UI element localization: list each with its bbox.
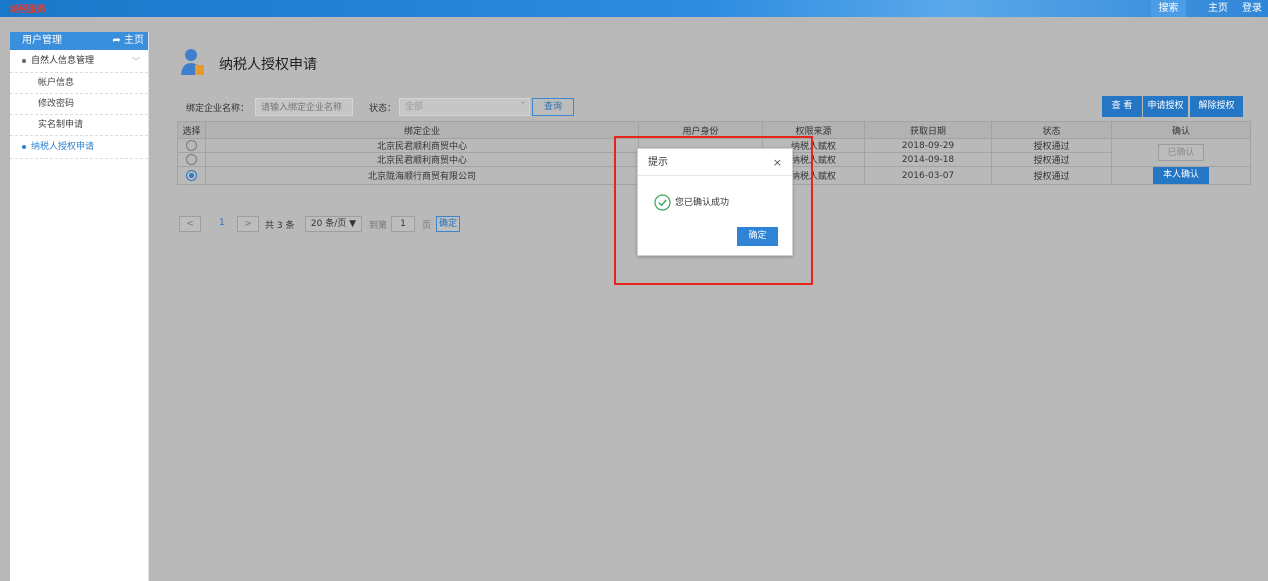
row-radio[interactable] bbox=[186, 140, 197, 151]
sidebar-group-authorize-label: 纳税人授权申请 bbox=[31, 142, 95, 152]
row-radio[interactable] bbox=[186, 154, 197, 165]
user-icon bbox=[181, 49, 204, 75]
status-select[interactable]: 全部 ˇ bbox=[399, 98, 530, 116]
sidebar-group-personal[interactable]: 自然人信息管理 ﹀ bbox=[10, 50, 148, 73]
view-button[interactable]: 查 看 bbox=[1102, 96, 1142, 117]
goto-confirm-button[interactable]: 确定 bbox=[436, 216, 460, 232]
sidebar-item-account[interactable]: 帐户信息 bbox=[10, 73, 148, 94]
home-link[interactable]: 主页 bbox=[1208, 0, 1228, 17]
self-confirm-button[interactable]: 本人确认 bbox=[1152, 167, 1209, 184]
chevron-down-icon: ﹀ bbox=[132, 57, 140, 66]
caret-down-icon: ˇ bbox=[520, 102, 526, 112]
page-size-select[interactable]: 20 条/页 ▼ bbox=[305, 216, 362, 232]
sidebar-group-authorize[interactable]: 纳税人授权申请 bbox=[10, 136, 148, 159]
col-header-select: 选择 bbox=[177, 121, 206, 139]
select-cell bbox=[177, 152, 206, 167]
sidebar-group-personal-label: 自然人信息管理 bbox=[31, 56, 95, 66]
top-navbar: 纳税服务 搜索 主页 登录 bbox=[0, 0, 1268, 17]
company-label: 绑定企业名称： bbox=[186, 104, 250, 114]
company-search-input[interactable] bbox=[255, 98, 353, 116]
col-header-company: 绑定企业 bbox=[205, 121, 639, 139]
sidebar: 用户管理 ➦ 主页 自然人信息管理 ﹀ 帐户信息 修改密码 实名制申请 纳税人授… bbox=[10, 32, 149, 581]
date-cell: 2018-09-29 bbox=[864, 138, 992, 153]
bullet-icon bbox=[22, 58, 26, 63]
col-header-status: 状态 bbox=[991, 121, 1112, 139]
page-suffix: 页 bbox=[422, 221, 432, 231]
status-cell: 授权通过 bbox=[991, 138, 1112, 153]
page-title: 纳税人授权申请 bbox=[219, 57, 317, 73]
select-cell bbox=[177, 166, 206, 185]
logo: 纳税服务 bbox=[10, 5, 47, 15]
back-arrow-icon: ➦ bbox=[112, 35, 121, 46]
company-cell: 北京民君顺利商贸中心 bbox=[205, 138, 639, 153]
apply-authorization-button[interactable]: 申请授权 bbox=[1143, 96, 1188, 117]
main-content: 纳税人授权申请 绑定企业名称： 状态： 全部 ˇ 查询 查 看 申请授权 解除授… bbox=[163, 32, 1268, 581]
query-button[interactable]: 查询 bbox=[532, 98, 574, 116]
date-cell: 2016-03-07 bbox=[864, 166, 992, 185]
next-page-button[interactable]: > bbox=[237, 216, 259, 232]
sidebar-item-password[interactable]: 修改密码 bbox=[10, 94, 148, 115]
current-page[interactable]: 1 bbox=[219, 218, 225, 228]
bullet-icon bbox=[22, 144, 26, 149]
status-label: 状态： bbox=[369, 104, 397, 114]
highlight-box bbox=[614, 136, 813, 285]
search-button[interactable]: 搜索 bbox=[1151, 0, 1186, 17]
sidebar-home-label: 主页 bbox=[124, 35, 144, 46]
confirm-cell: 本人确认 bbox=[1111, 166, 1251, 185]
confirmed-button: 已确认 bbox=[1158, 144, 1204, 161]
status-cell: 授权通过 bbox=[991, 152, 1112, 167]
date-cell: 2014-09-18 bbox=[864, 152, 992, 167]
row-radio-selected[interactable] bbox=[186, 170, 197, 181]
sidebar-item-realname[interactable]: 实名制申请 bbox=[10, 115, 148, 136]
sidebar-home-link[interactable]: ➦ 主页 bbox=[112, 32, 144, 50]
company-cell: 北京陇海顺行商贸有限公司 bbox=[205, 166, 639, 185]
sidebar-header: 用户管理 ➦ 主页 bbox=[10, 32, 148, 50]
goto-label: 到第 bbox=[369, 221, 388, 231]
confirm-cell: 已确认 bbox=[1111, 138, 1251, 167]
company-cell: 北京民君顺利商贸中心 bbox=[205, 152, 639, 167]
status-cell: 授权通过 bbox=[991, 166, 1112, 185]
prev-page-button[interactable]: < bbox=[179, 216, 201, 232]
sidebar-title: 用户管理 bbox=[22, 35, 62, 46]
status-select-value: 全部 bbox=[405, 102, 424, 112]
select-cell bbox=[177, 138, 206, 153]
revoke-authorization-button[interactable]: 解除授权 bbox=[1190, 96, 1243, 117]
col-header-date: 获取日期 bbox=[864, 121, 992, 139]
col-header-confirm: 确认 bbox=[1111, 121, 1251, 139]
login-link[interactable]: 登录 bbox=[1242, 0, 1262, 17]
total-count: 共 3 条 bbox=[265, 221, 295, 231]
goto-page-input[interactable]: 1 bbox=[391, 216, 415, 232]
